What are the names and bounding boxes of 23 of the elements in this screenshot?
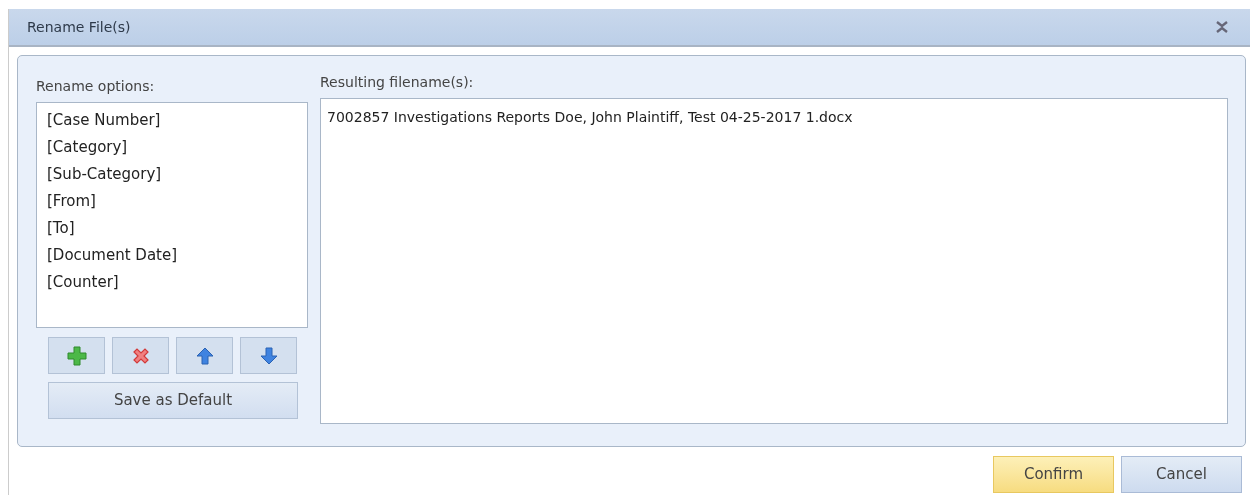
list-item[interactable]: [Case Number] (47, 107, 297, 134)
plus-icon (66, 345, 87, 366)
filename-text: 7002857 Investigations Reports Doe, John Plaintiff, Test 04-25-2017 1.docx (327, 109, 853, 125)
list-item[interactable]: [To] (47, 215, 297, 242)
cancel-button[interactable]: Cancel (1121, 456, 1242, 493)
remove-button[interactable] (112, 337, 169, 374)
list-item[interactable]: [Document Date] (47, 242, 297, 269)
confirm-button[interactable]: Confirm (993, 456, 1114, 493)
list-item[interactable]: [From] (47, 188, 297, 215)
list-item[interactable]: [Sub-Category] (47, 161, 297, 188)
add-button[interactable] (48, 337, 105, 374)
save-default-button[interactable]: Save as Default (48, 382, 298, 419)
close-icon (1215, 21, 1229, 33)
arrow-down-icon (258, 345, 279, 366)
down-button[interactable] (240, 337, 297, 374)
arrow-up-icon (194, 345, 215, 366)
list-item[interactable]: [Counter] (47, 269, 297, 296)
window-title: Rename File(s) (27, 17, 131, 37)
up-button[interactable] (176, 337, 233, 374)
filename-output[interactable]: 7002857 Investigations Reports Doe, John Plaintiff, Test 04-25-2017 1.docx (320, 98, 1228, 424)
list-item[interactable]: [Category] (47, 134, 297, 161)
rename-options-label: Rename options: (36, 77, 156, 96)
resulting-filenames-label: Resulting filename(s): (320, 73, 475, 92)
